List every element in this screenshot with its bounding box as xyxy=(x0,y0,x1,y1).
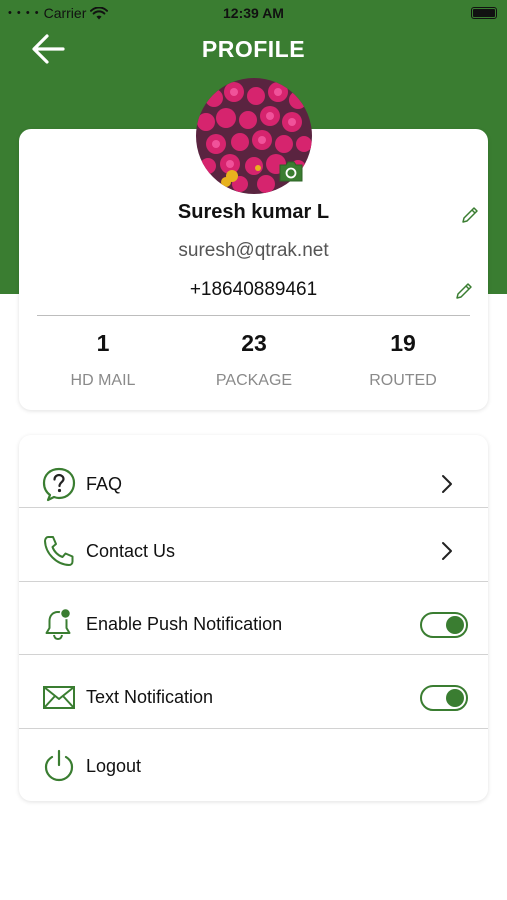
question-icon xyxy=(42,467,76,502)
faq-label: FAQ xyxy=(86,474,123,494)
toggle-knob xyxy=(446,689,464,707)
change-photo-button[interactable] xyxy=(278,160,304,182)
menu-separator xyxy=(19,654,488,655)
text-notification-item: Text Notification xyxy=(19,675,488,719)
stat-label: HD MAIL xyxy=(70,372,136,389)
pencil-icon xyxy=(462,207,478,223)
envelope-icon xyxy=(43,686,75,709)
status-time: 12:39 AM xyxy=(223,5,284,21)
status-bar: • • • • Carrier 12:39 AM xyxy=(0,0,507,26)
stat-package: 23 PACKAGE xyxy=(174,330,334,390)
push-notification-label: Enable Push Notification xyxy=(86,614,283,634)
user-phone: +18640889461 xyxy=(189,279,318,300)
user-email: suresh@qtrak.net xyxy=(178,240,329,261)
camera-icon xyxy=(279,161,303,182)
push-notification-item: Enable Push Notification xyxy=(19,602,488,646)
menu-separator xyxy=(19,728,488,729)
pencil-icon xyxy=(456,283,472,299)
push-notification-toggle[interactable] xyxy=(420,612,468,638)
contact-us-item[interactable]: Contact Us xyxy=(19,529,488,573)
faq-item[interactable]: FAQ xyxy=(19,462,488,506)
edit-phone-button[interactable] xyxy=(454,281,474,301)
menu-separator xyxy=(19,581,488,582)
stat-label: ROUTED xyxy=(369,372,437,389)
logout-label: Logout xyxy=(86,756,142,776)
logout-item[interactable]: Logout xyxy=(19,744,488,788)
contact-us-label: Contact Us xyxy=(86,541,176,561)
stat-value: 1 xyxy=(96,330,110,356)
stat-label: PACKAGE xyxy=(215,372,293,389)
toggle-knob xyxy=(446,616,464,634)
page-title: PROFILE xyxy=(201,36,306,62)
chevron-right-icon xyxy=(442,542,452,560)
power-icon xyxy=(44,749,74,782)
text-notification-label: Text Notification xyxy=(86,687,214,707)
text-notification-toggle[interactable] xyxy=(420,685,468,711)
chevron-right-icon xyxy=(442,475,452,493)
stat-routed: 19 ROUTED xyxy=(323,330,483,390)
battery-icon xyxy=(471,7,497,19)
user-name: Suresh kumar L xyxy=(177,201,330,223)
stat-value: 19 xyxy=(390,330,416,356)
stat-hd-mail: 1 HD MAIL xyxy=(23,330,183,390)
edit-name-button[interactable] xyxy=(460,205,480,225)
profile-divider xyxy=(37,315,470,316)
stat-value: 23 xyxy=(241,330,267,356)
phone-icon xyxy=(44,536,74,566)
bell-icon xyxy=(45,607,72,641)
menu-separator xyxy=(19,507,488,508)
